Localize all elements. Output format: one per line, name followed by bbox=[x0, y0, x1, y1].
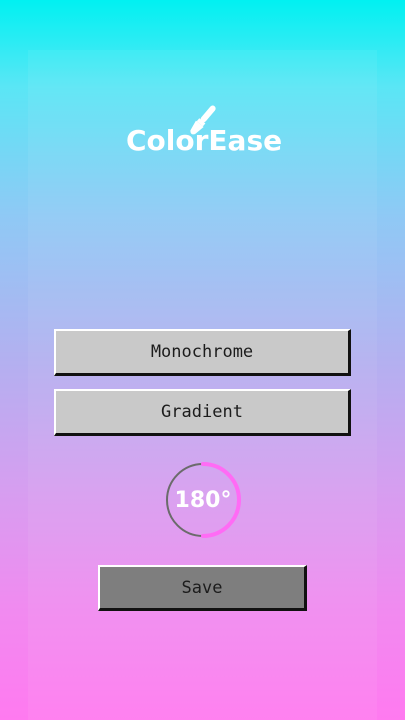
app-logo: ColorEase bbox=[126, 124, 283, 157]
save-button[interactable]: Save bbox=[98, 565, 307, 611]
gradient-button[interactable]: Gradient bbox=[54, 389, 351, 436]
angle-value: 180° bbox=[174, 487, 232, 513]
monochrome-button[interactable]: Monochrome bbox=[54, 329, 351, 376]
